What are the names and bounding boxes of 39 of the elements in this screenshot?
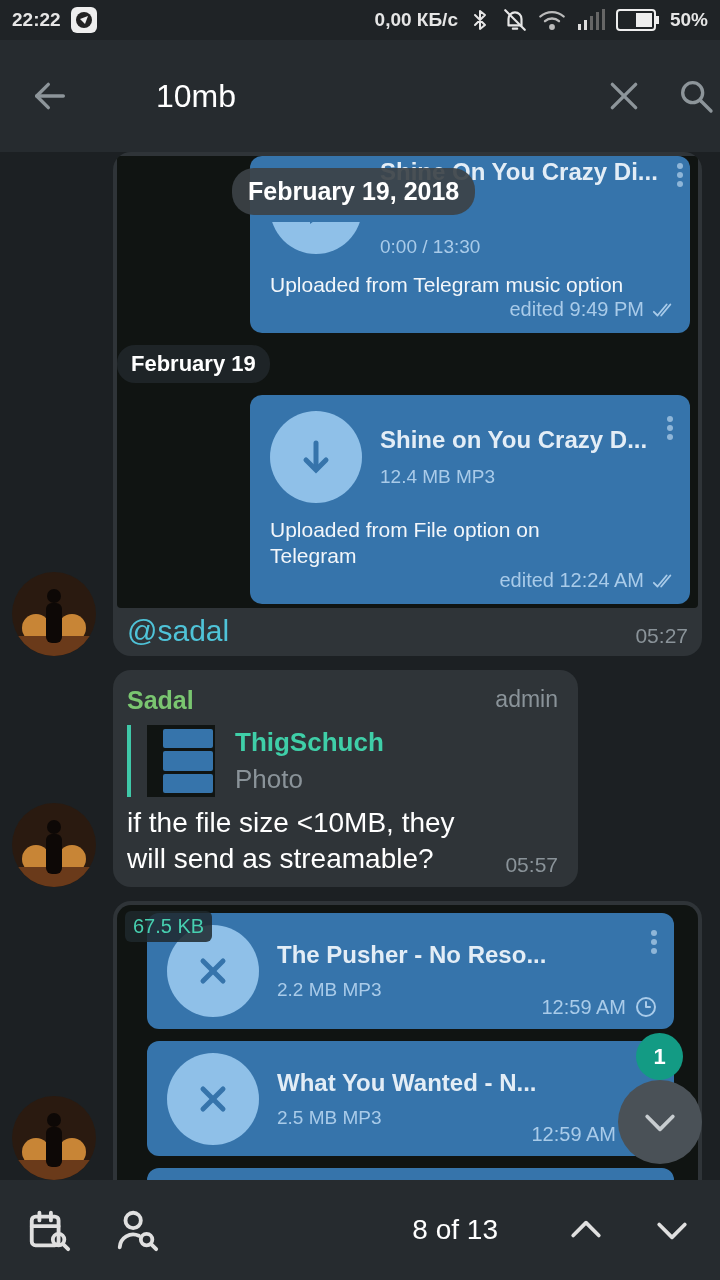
sender-name[interactable]: Sadal: [127, 686, 194, 715]
battery-percent: 50%: [669, 9, 708, 31]
network-speed: 0,00 КБ/с: [374, 9, 458, 31]
file-title: Shine on You Crazy D...: [380, 426, 648, 454]
result-counter: 8 of 13: [412, 1214, 498, 1246]
message-time: edited 12:24 AM: [499, 569, 644, 592]
reply-preview: Photo: [235, 764, 304, 795]
more-icon: [650, 929, 658, 955]
file-title: What You Wanted - N...: [277, 1069, 538, 1097]
file-size: 12.4 MB MP3: [380, 466, 497, 488]
file-size: 2.5 MB MP3: [277, 1107, 383, 1129]
message-time: edited 9:49 PM: [509, 298, 644, 321]
mention-link[interactable]: @sadal: [127, 614, 230, 648]
battery-icon: [615, 8, 660, 32]
download-icon[interactable]: [270, 411, 362, 503]
file-title: The Pusher - No Reso...: [277, 941, 548, 969]
file-size: 0:00 / 13:30: [380, 236, 482, 258]
app-notification-icon: [70, 7, 97, 33]
more-icon: [666, 415, 674, 441]
date-label: February 19: [117, 345, 270, 383]
reply-author: ThigSchuch: [235, 727, 384, 758]
file-size: 2.2 MB MP3: [277, 979, 383, 1001]
message-time: 05:57: [505, 853, 558, 877]
signal-icon: [575, 8, 606, 32]
size-badge: 67.5 KB: [125, 911, 213, 942]
file-caption: Uploaded from File option on Telegram: [270, 517, 541, 569]
message-text: if the file size <10MB, they will send as streamable?: [127, 806, 456, 876]
message-time: 12:59 AM: [541, 995, 626, 1019]
clock-icon: [634, 995, 658, 1019]
message-time: 05:27: [635, 624, 688, 648]
role-label: admin: [495, 686, 558, 714]
clock: 22:22: [12, 9, 61, 31]
file-caption: Uploaded from Telegram music option: [270, 272, 624, 298]
search-bar[interactable]: 10mb: [0, 40, 720, 152]
more-icon: [675, 162, 684, 188]
muted-bell-icon: [501, 7, 528, 33]
search-field[interactable]: 10mb: [154, 66, 578, 126]
reply-quote[interactable]: ThigSchuch Photo: [127, 725, 564, 797]
message-time: 12:59 AM: [531, 1123, 616, 1146]
